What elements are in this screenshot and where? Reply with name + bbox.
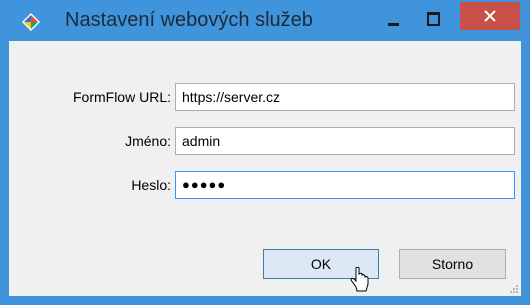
password-row: Heslo: ●●●●● — [9, 171, 521, 201]
name-row: Jméno: admin — [9, 127, 521, 157]
password-field[interactable]: ●●●●● — [175, 171, 515, 199]
app-icon — [21, 12, 41, 32]
mouse-pointer-icon — [349, 266, 371, 298]
url-field[interactable]: https://server.cz — [175, 83, 515, 111]
minimize-icon[interactable] — [378, 6, 410, 34]
close-icon[interactable] — [460, 2, 520, 30]
url-label: FormFlow URL: — [72, 89, 171, 105]
name-field[interactable]: admin — [175, 127, 515, 155]
url-row: FormFlow URL: https://server.cz — [9, 83, 521, 113]
dialog-body: FormFlow URL: https://server.cz Jméno: a… — [9, 41, 521, 296]
title-bar[interactable]: Nastavení webových služeb — [1, 1, 529, 41]
resize-grip-icon[interactable] — [507, 281, 519, 299]
password-label: Heslo: — [131, 177, 171, 193]
maximize-icon[interactable] — [417, 6, 449, 34]
settings-dialog: Nastavení webových služeb FormFlow URL: … — [0, 0, 530, 305]
window-title: Nastavení webových služeb — [65, 9, 313, 31]
name-label: Jméno: — [125, 133, 171, 149]
cancel-button[interactable]: Storno — [399, 249, 506, 279]
